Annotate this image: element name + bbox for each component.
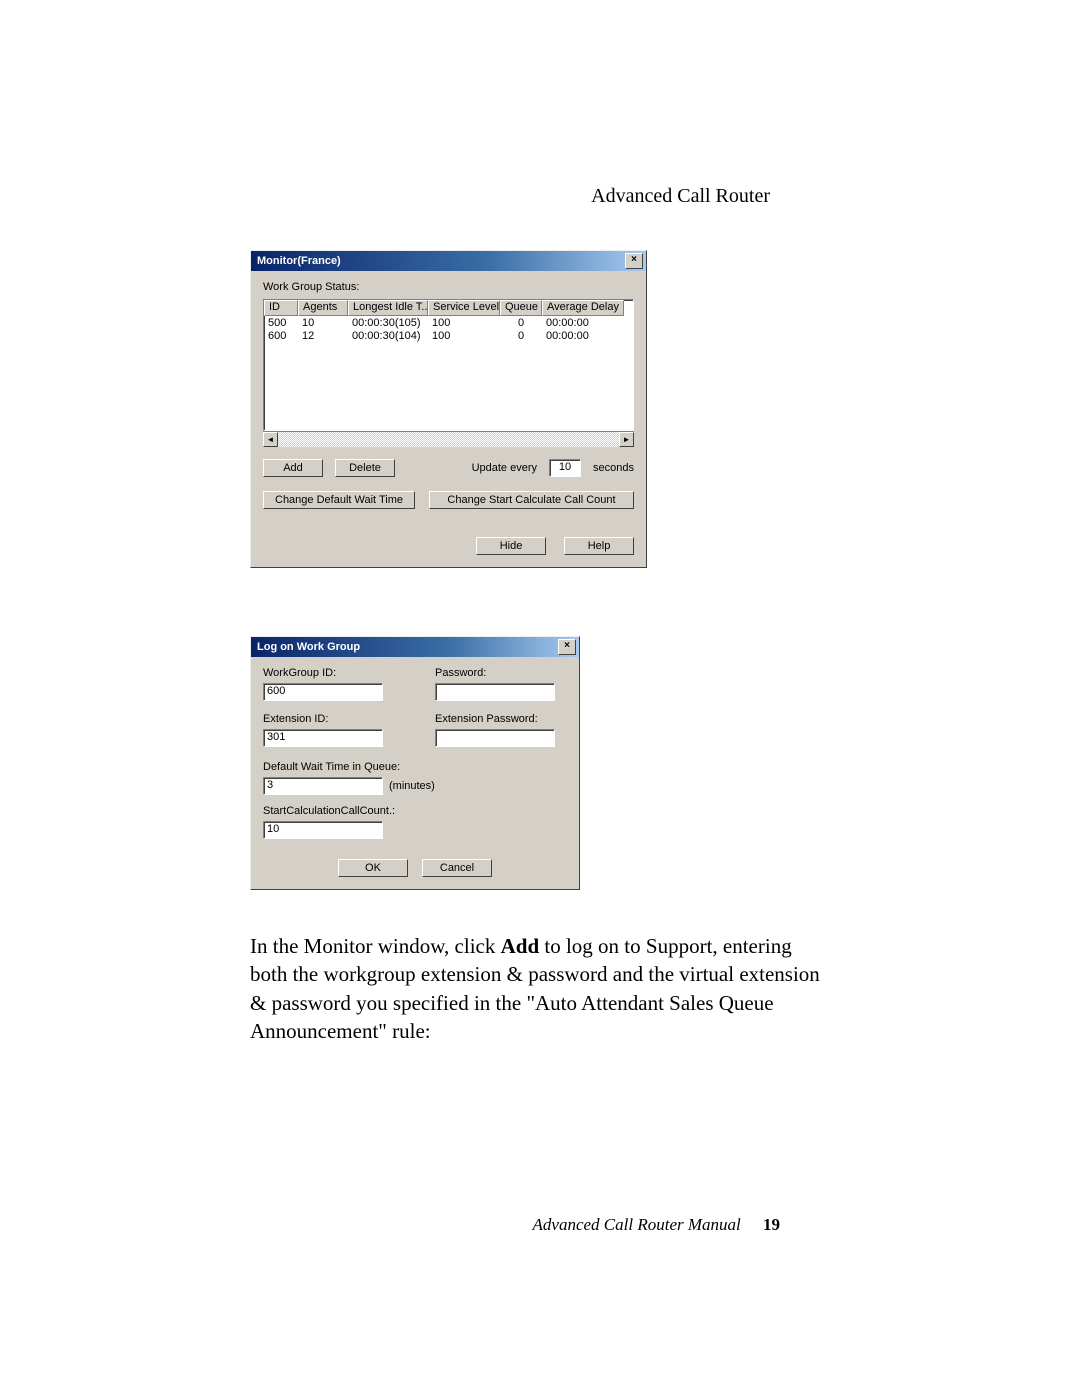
start-calc-label: StartCalculationCallCount.: [263, 805, 565, 817]
logon-buttons: OK Cancel [263, 859, 567, 877]
monitor-dialog: Monitor(France) × Work Group Status: ID … [250, 250, 647, 568]
cell-ad: 00:00:00 [542, 317, 624, 330]
col-agents[interactable]: Agents [298, 300, 348, 316]
table-row[interactable]: 500 10 00:00:30(105) 100 0 00:00:00 [264, 317, 633, 330]
logon-title-bar: Log on Work Group × [251, 637, 579, 657]
workgroup-id-label: WorkGroup ID: [263, 667, 423, 679]
cell-id: 500 [264, 317, 298, 330]
list-rows: 500 10 00:00:30(105) 100 0 00:00:00 600 … [264, 316, 633, 343]
password-input[interactable] [435, 683, 555, 701]
logon-form: WorkGroup ID: Password: 600 Extension ID… [263, 667, 567, 839]
monitor-button-row-2: Change Default Wait Time Change Start Ca… [263, 491, 634, 509]
ok-button[interactable]: OK [338, 859, 408, 877]
hide-button[interactable]: Hide [476, 537, 546, 555]
figures-area: Monitor(France) × Work Group Status: ID … [250, 250, 910, 890]
start-calc-row: 10 [263, 821, 565, 839]
running-header: Advanced Call Router [591, 185, 770, 208]
logon-workgroup-dialog: Log on Work Group × WorkGroup ID: Passwo… [250, 636, 580, 890]
seconds-label: seconds [593, 462, 634, 474]
footer-manual-title: Advanced Call Router Manual [533, 1215, 741, 1234]
extension-password-input[interactable] [435, 729, 555, 747]
cell-id: 600 [264, 330, 298, 343]
monitor-button-row-3: Hide Help [263, 537, 634, 555]
cell-q: 0 [500, 330, 542, 343]
default-wait-label: Default Wait Time in Queue: [263, 761, 565, 773]
password-label: Password: [435, 667, 565, 679]
col-longest-idle[interactable]: Longest Idle T... [348, 300, 428, 316]
workgroup-status-list[interactable]: ID Agents Longest Idle T... Service Leve… [263, 299, 634, 431]
extension-id-label: Extension ID: [263, 713, 423, 725]
document-page: Advanced Call Router Monitor(France) × W… [0, 0, 1080, 1397]
add-button[interactable]: Add [263, 459, 323, 477]
list-hscrollbar[interactable]: ◄ ► [263, 431, 634, 447]
cell-q: 0 [500, 317, 542, 330]
delete-button[interactable]: Delete [335, 459, 395, 477]
footer-page-number: 19 [763, 1215, 780, 1234]
workgroup-id-input[interactable]: 600 [263, 683, 383, 701]
cell-sl: 100 [428, 317, 500, 330]
monitor-body: Work Group Status: ID Agents Longest Idl… [251, 271, 646, 567]
cell-ad: 00:00:00 [542, 330, 624, 343]
cell-sl: 100 [428, 330, 500, 343]
update-every-label: Update every [472, 462, 537, 474]
cell-agents: 12 [298, 330, 348, 343]
text-run: In the Monitor window, click [250, 934, 501, 958]
help-button[interactable]: Help [564, 537, 634, 555]
extension-id-input[interactable]: 301 [263, 729, 383, 747]
cell-agents: 10 [298, 317, 348, 330]
default-wait-row: 3 (minutes) [263, 777, 565, 795]
cell-idle: 00:00:30(104) [348, 330, 428, 343]
change-default-wait-button[interactable]: Change Default Wait Time [263, 491, 415, 509]
table-row[interactable]: 600 12 00:00:30(104) 100 0 00:00:00 [264, 330, 633, 343]
page-footer: Advanced Call Router Manual 19 [533, 1215, 780, 1235]
cancel-button[interactable]: Cancel [422, 859, 492, 877]
monitor-button-row-1: Add Delete Update every 10 seconds [263, 459, 634, 477]
logon-body: WorkGroup ID: Password: 600 Extension ID… [251, 657, 579, 889]
scroll-left-icon[interactable]: ◄ [263, 432, 278, 447]
scrollbar-track[interactable] [278, 432, 619, 447]
default-wait-input[interactable]: 3 [263, 777, 383, 795]
update-interval-input[interactable]: 10 [549, 459, 581, 477]
list-headers: ID Agents Longest Idle T... Service Leve… [264, 300, 633, 316]
start-calc-input[interactable]: 10 [263, 821, 383, 839]
close-icon[interactable]: × [558, 639, 576, 655]
instruction-paragraph: In the Monitor window, click Add to log … [250, 932, 830, 1045]
scroll-right-icon[interactable]: ► [619, 432, 634, 447]
minutes-label: (minutes) [389, 780, 435, 792]
text-bold-add: Add [501, 934, 540, 958]
cell-idle: 00:00:30(105) [348, 317, 428, 330]
monitor-title-text: Monitor(France) [257, 255, 341, 267]
extension-password-label: Extension Password: [435, 713, 565, 725]
logon-title-text: Log on Work Group [257, 641, 360, 653]
close-icon[interactable]: × [625, 253, 643, 269]
monitor-title-bar: Monitor(France) × [251, 251, 646, 271]
col-queue[interactable]: Queue [500, 300, 542, 316]
col-service-level[interactable]: Service Level [428, 300, 500, 316]
col-avg-delay[interactable]: Average Delay ... [542, 300, 624, 316]
change-start-calc-button[interactable]: Change Start Calculate Call Count [429, 491, 634, 509]
workgroup-status-label: Work Group Status: [263, 281, 634, 293]
col-id[interactable]: ID [264, 300, 298, 316]
